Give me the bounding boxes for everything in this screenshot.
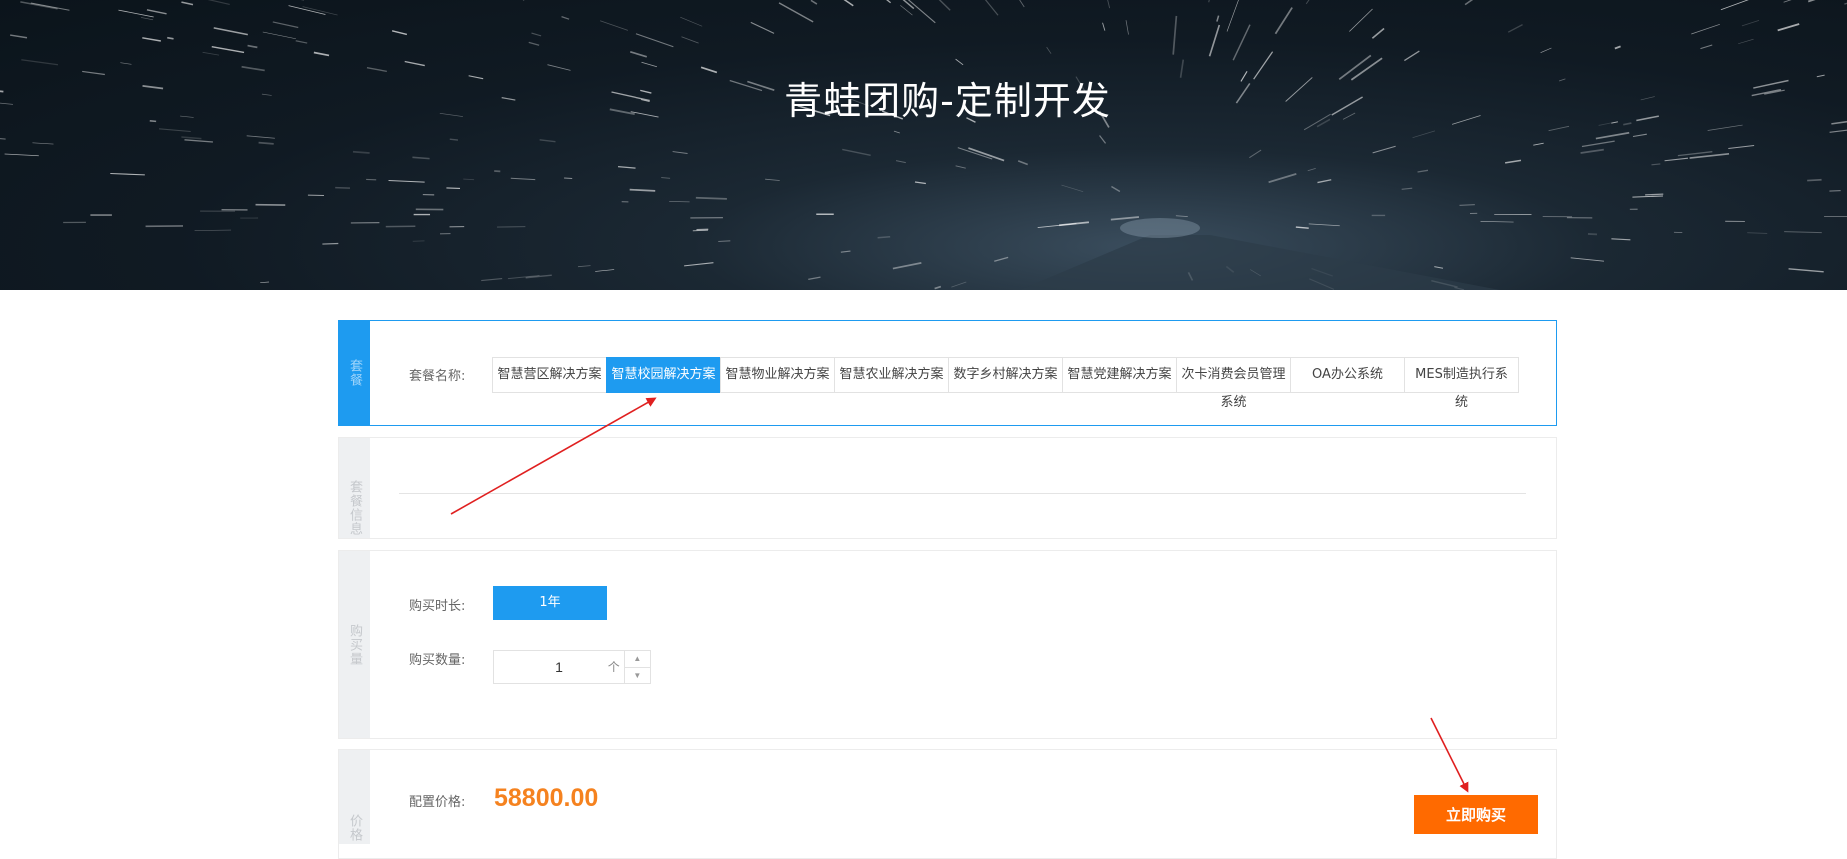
package-option-label: 智慧党建解决方案	[1063, 358, 1176, 392]
package-option-0[interactable]: 智慧营区解决方案	[492, 357, 607, 393]
package-option-label: 智慧物业解决方案	[721, 358, 834, 392]
package-option-8[interactable]: MES制造执行系统	[1404, 357, 1519, 393]
quantity-unit: 个	[604, 651, 624, 683]
price-panel: 价格 配置价格: 58800.00 立即购买	[338, 749, 1557, 859]
package-option-label-wrap: 系统	[1177, 394, 1290, 412]
package-option-7[interactable]: OA办公系统	[1290, 357, 1405, 393]
quantity-arrows: ▲ ▼	[624, 651, 650, 683]
package-option-label: 次卡消费会员管理	[1177, 358, 1290, 392]
starfield-background	[0, 0, 1847, 290]
package-option-6[interactable]: 次卡消费会员管理系统	[1176, 357, 1291, 393]
purchase-panel: 购买量 购买时长: 1年 购买数量: 个 ▲ ▼	[338, 550, 1557, 739]
package-option-label: MES制造执行系	[1405, 358, 1518, 392]
package-option-5[interactable]: 智慧党建解决方案	[1062, 357, 1177, 393]
package-option-label: 智慧校园解决方案	[607, 358, 720, 392]
package-name-label: 套餐名称:	[409, 365, 465, 384]
package-info-side-label: 套餐信息	[339, 438, 370, 538]
package-panel: 套餐 套餐名称: 智慧营区解决方案智慧校园解决方案智慧物业解决方案智慧农业解决方…	[338, 320, 1557, 426]
quantity-input[interactable]	[494, 651, 604, 683]
price-label: 配置价格:	[409, 791, 465, 810]
package-option-4[interactable]: 数字乡村解决方案	[948, 357, 1063, 393]
duration-option-1-year[interactable]: 1年	[493, 586, 607, 620]
header-banner: 青蛙团购-定制开发	[0, 0, 1847, 290]
quantity-stepper: 个 ▲ ▼	[493, 650, 651, 684]
package-option-1[interactable]: 智慧校园解决方案	[606, 357, 721, 393]
purchase-side-label: 购买量	[339, 551, 370, 738]
package-option-label-wrap: 统	[1405, 394, 1518, 412]
quantity-label: 购买数量:	[409, 649, 465, 668]
package-options: 智慧营区解决方案智慧校园解决方案智慧物业解决方案智慧农业解决方案数字乡村解决方案…	[493, 357, 1519, 393]
package-option-3[interactable]: 智慧农业解决方案	[834, 357, 949, 393]
decrement-icon[interactable]: ▼	[625, 668, 650, 684]
price-value: 58800.00	[494, 784, 598, 813]
package-info-divider	[399, 493, 1526, 494]
package-option-label: 数字乡村解决方案	[949, 358, 1062, 392]
buy-now-button[interactable]: 立即购买	[1414, 795, 1538, 834]
package-side-label: 套餐	[339, 321, 370, 425]
package-info-panel: 套餐信息	[338, 437, 1557, 539]
increment-icon[interactable]: ▲	[625, 651, 650, 668]
duration-label: 购买时长:	[409, 595, 465, 614]
page-title: 青蛙团购-定制开发	[0, 70, 1847, 125]
package-option-2[interactable]: 智慧物业解决方案	[720, 357, 835, 393]
package-option-label: 智慧营区解决方案	[493, 358, 606, 392]
price-side-label: 价格	[339, 750, 370, 844]
package-option-label: OA办公系统	[1291, 358, 1404, 392]
package-option-label: 智慧农业解决方案	[835, 358, 948, 392]
